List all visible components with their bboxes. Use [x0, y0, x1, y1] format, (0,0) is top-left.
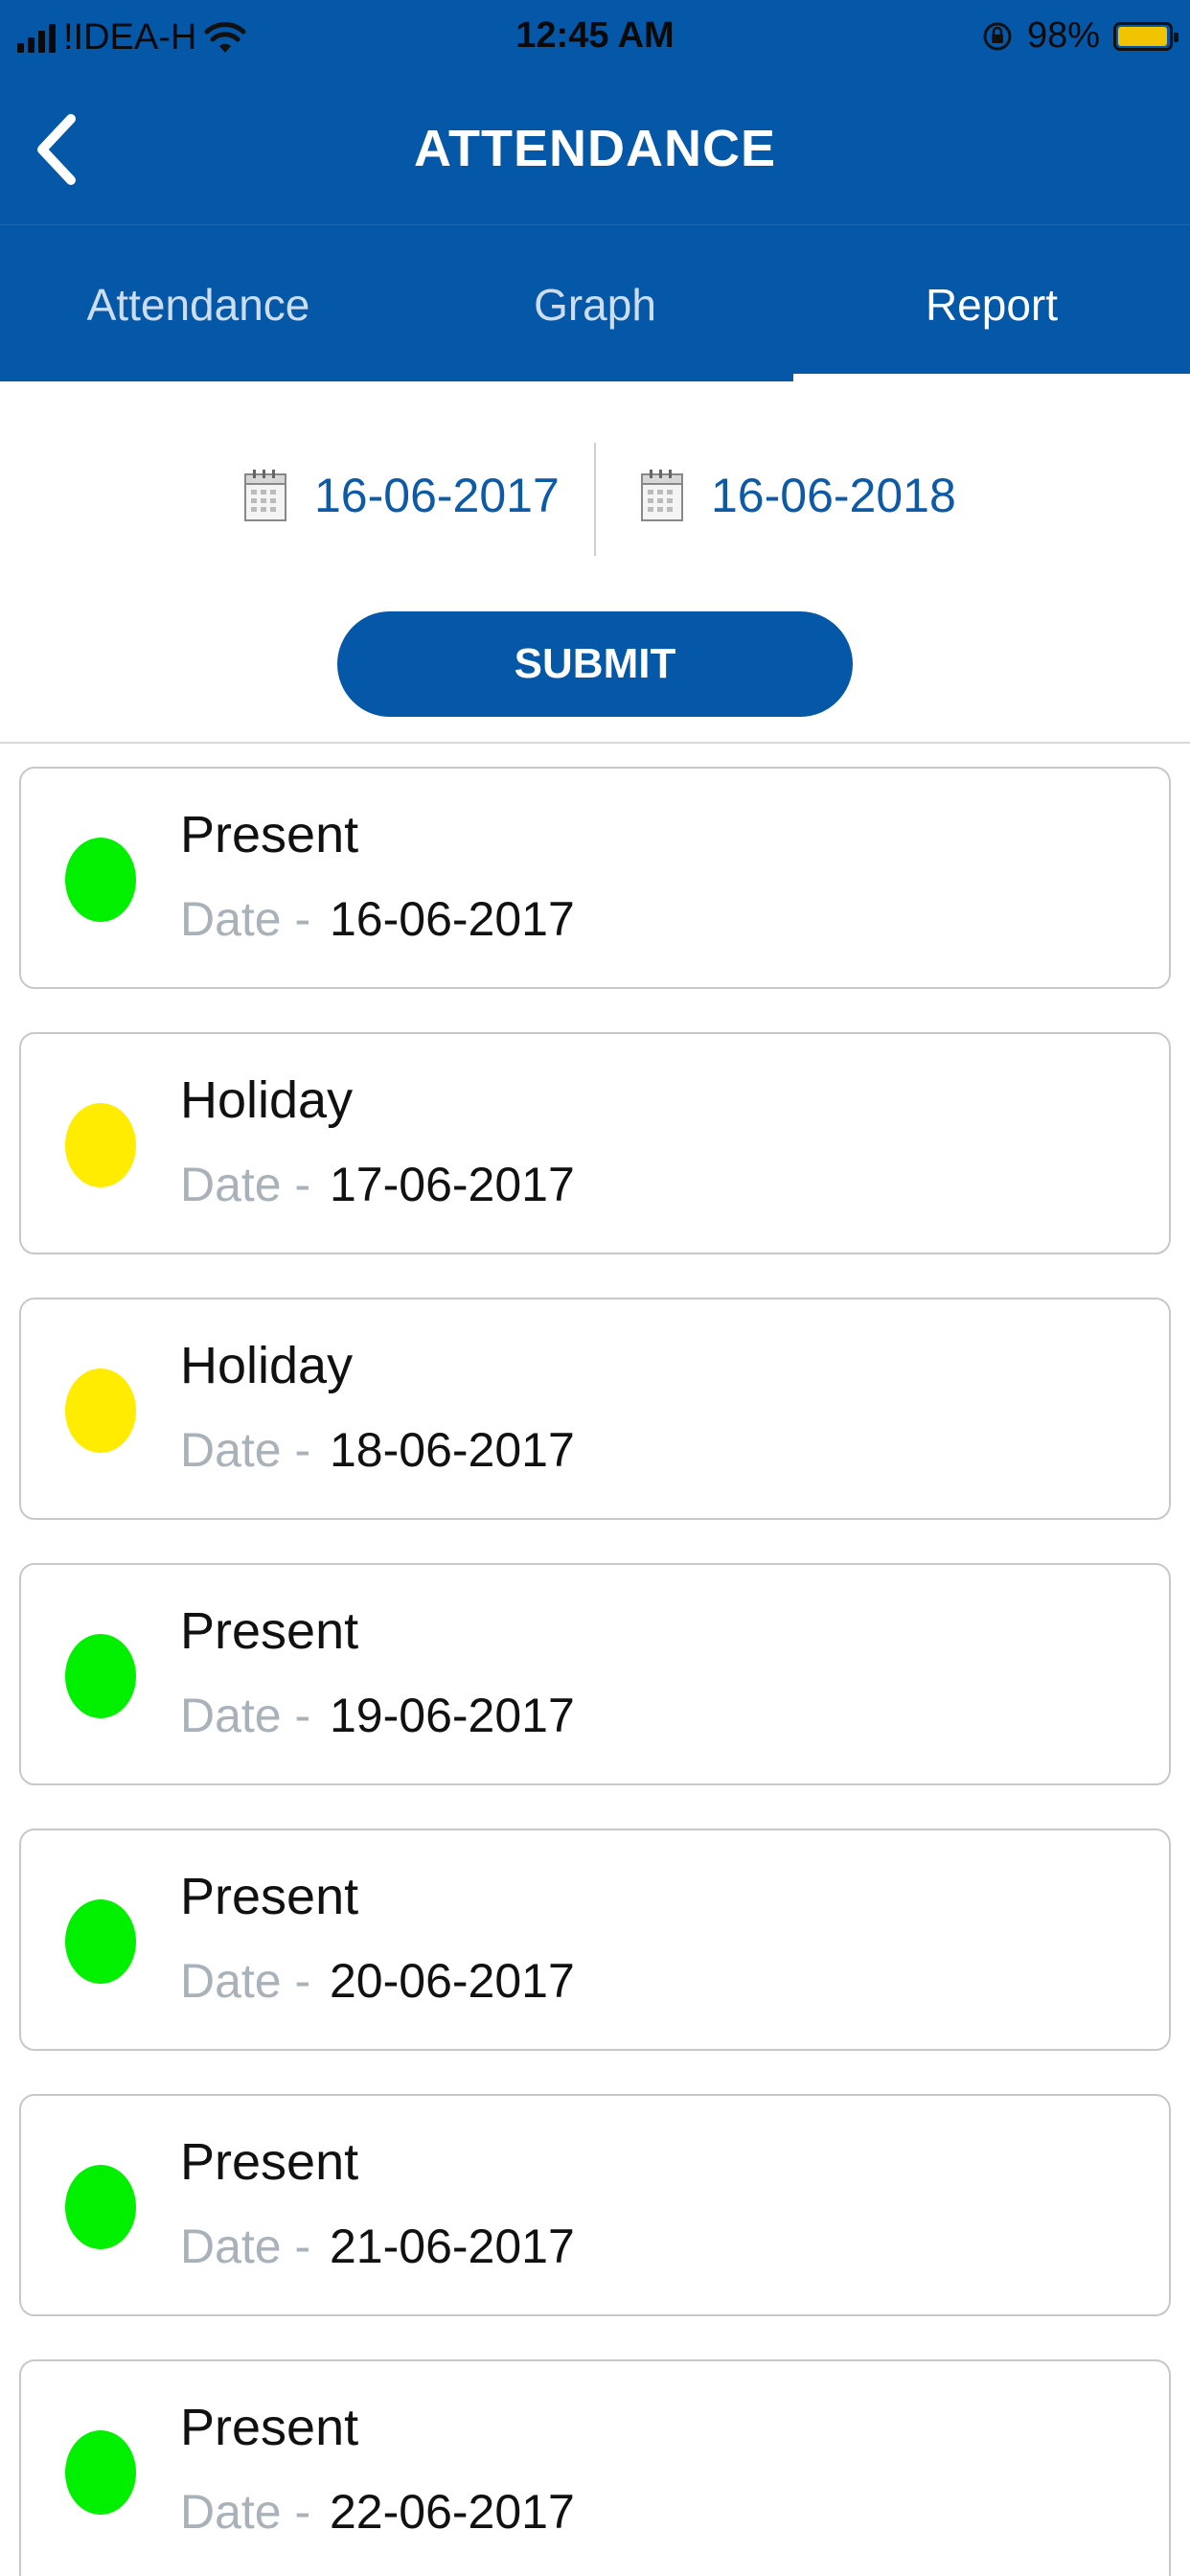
from-date-picker[interactable]: 16-06-2017 [243, 468, 560, 523]
record-date: 20-06-2017 [330, 1954, 575, 2008]
record-date-label: Date - [180, 1689, 311, 1742]
record-date: 16-06-2017 [330, 892, 575, 946]
record-date: 21-06-2017 [330, 2220, 575, 2273]
section-divider [0, 742, 1190, 744]
record-date-label: Date - [180, 2220, 311, 2273]
record-date: 18-06-2017 [330, 1423, 575, 1477]
record-date-label: Date - [180, 1158, 311, 1211]
list-item[interactable]: Holiday Date - 17-06-2017 [19, 1032, 1171, 1254]
page-title: ATTENDANCE [414, 120, 776, 177]
submit-button[interactable]: SUBMIT [337, 611, 853, 717]
record-date-label: Date - [180, 1954, 311, 2008]
app-header: !IDEA-H 12:45 AM 98% ATTENDANCE Attendan… [0, 0, 1190, 381]
list-item[interactable]: Present Date - 21-06-2017 [19, 2094, 1171, 2316]
tab-graph[interactable]: Graph [397, 225, 793, 381]
tab-bar: Attendance Graph Report [0, 224, 1190, 381]
record-status: Present [180, 2399, 359, 2456]
calendar-icon [244, 470, 286, 521]
date-divider [594, 443, 596, 556]
status-dot [65, 1103, 136, 1187]
status-dot [65, 838, 136, 922]
record-date: 19-06-2017 [330, 1689, 575, 1742]
record-date-label: Date - [180, 2485, 311, 2539]
rotation-lock-icon [983, 22, 1012, 50]
status-dot [65, 1634, 136, 1718]
calendar-icon [641, 470, 683, 521]
tab-attendance[interactable]: Attendance [0, 225, 397, 381]
record-date-label: Date - [180, 892, 311, 946]
status-dot [65, 2165, 136, 2249]
record-status: Present [180, 1602, 359, 1660]
list-item[interactable]: Holiday Date - 18-06-2017 [19, 1298, 1171, 1520]
status-dot [65, 2430, 136, 2515]
list-item[interactable]: Present Date - 16-06-2017 [19, 767, 1171, 989]
record-date: 22-06-2017 [330, 2485, 575, 2539]
list-item[interactable]: Present Date - 19-06-2017 [19, 1563, 1171, 1785]
record-status: Holiday [180, 1071, 354, 1129]
battery-icon [1113, 21, 1179, 51]
status-bar-right: 98% [981, 15, 1179, 57]
status-bar: !IDEA-H 12:45 AM 98% [0, 0, 1190, 75]
status-dot [65, 1899, 136, 1984]
tab-report[interactable]: Report [793, 225, 1190, 381]
date-range-selector: 16-06-2017 16-06-2018 [0, 381, 1190, 579]
list-item[interactable]: Present Date - 20-06-2017 [19, 1828, 1171, 2051]
record-status: Present [180, 806, 359, 863]
to-date-picker[interactable]: 16-06-2018 [640, 468, 956, 523]
record-status: Present [180, 2133, 359, 2191]
list-item[interactable]: Present Date - 22-06-2017 [19, 2359, 1171, 2576]
to-date-value: 16-06-2018 [711, 469, 956, 522]
from-date-value: 16-06-2017 [314, 469, 560, 522]
battery-percent: 98% [1026, 15, 1100, 56]
status-dot [65, 1368, 136, 1453]
record-date: 17-06-2017 [330, 1158, 575, 1211]
record-status: Holiday [180, 1337, 354, 1394]
title-bar: ATTENDANCE [0, 75, 1190, 224]
record-status: Present [180, 1868, 359, 1925]
record-date-label: Date - [180, 1423, 311, 1477]
